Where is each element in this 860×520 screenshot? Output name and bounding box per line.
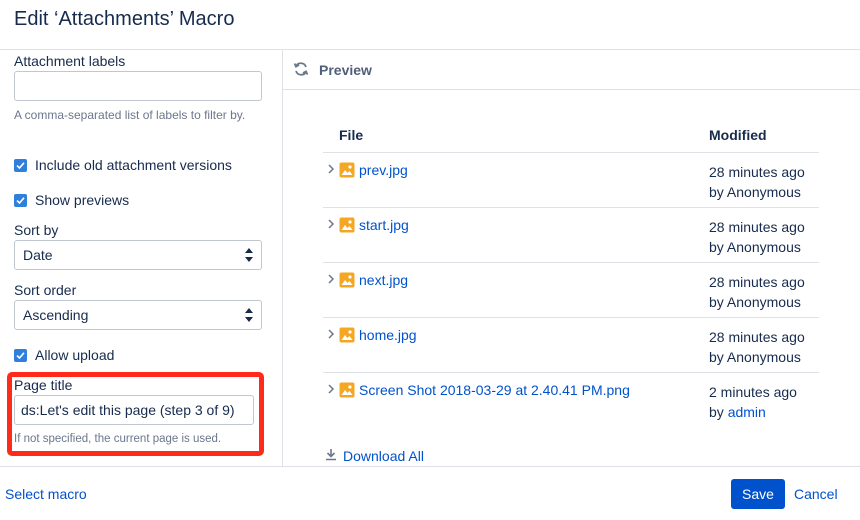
show-previews-row[interactable]: Show previews	[14, 192, 129, 208]
image-file-icon	[339, 217, 355, 238]
modified-time: 28 minutes ago	[709, 164, 805, 180]
show-previews-label: Show previews	[35, 192, 130, 208]
chevron-right-icon[interactable]	[327, 217, 335, 235]
allow-upload-checkbox[interactable]	[14, 348, 27, 362]
sort-by-label: Sort by	[14, 222, 59, 238]
save-button[interactable]: Save	[731, 479, 785, 509]
modified-by-user: Anonymous	[726, 239, 801, 255]
preview-title: Preview	[319, 62, 372, 78]
attachment-labels-label: Attachment labels	[14, 53, 126, 69]
table-row: next.jpg 28 minutes ago by Anonymous	[323, 263, 819, 318]
page-title-input[interactable]	[14, 395, 254, 425]
table-header: File Modified	[323, 120, 819, 153]
attachment-labels-hint: A comma-separated list of labels to filt…	[14, 108, 246, 122]
sort-by-value: Date	[23, 247, 53, 263]
image-file-icon	[339, 382, 355, 403]
attachment-file-link[interactable]: home.jpg	[359, 327, 417, 343]
modified-by-user[interactable]: admin	[728, 404, 766, 420]
sort-by-select[interactable]: Date	[14, 240, 262, 270]
table-row: start.jpg 28 minutes ago by Anonymous	[323, 208, 819, 263]
select-arrows-icon	[245, 308, 253, 322]
image-file-icon	[339, 272, 355, 293]
modified-time: 28 minutes ago	[709, 329, 805, 345]
dialog-title: Edit ‘Attachments’ Macro	[14, 8, 235, 30]
attachment-file-link[interactable]: prev.jpg	[359, 162, 408, 178]
modified-time: 28 minutes ago	[709, 274, 805, 290]
attachments-table: File Modified prev.jpg 28 minutes ago by A…	[323, 120, 819, 427]
modified-time: 28 minutes ago	[709, 219, 805, 235]
chevron-right-icon[interactable]	[327, 327, 335, 345]
include-old-versions-row[interactable]: Include old attachment versions	[14, 157, 232, 173]
table-row: Screen Shot 2018-03-29 at 2.40.41 PM.png…	[323, 373, 819, 427]
include-old-versions-checkbox[interactable]	[14, 158, 27, 172]
column-modified: Modified	[709, 127, 767, 143]
attachment-file-link[interactable]: next.jpg	[359, 272, 408, 288]
chevron-right-icon[interactable]	[327, 382, 335, 400]
modified-by-user: Anonymous	[726, 294, 801, 310]
modified-time: 2 minutes ago	[709, 384, 797, 400]
modified-info: 28 minutes ago by Anonymous	[709, 162, 805, 202]
sort-order-value: Ascending	[23, 307, 89, 323]
select-arrows-icon	[245, 248, 253, 262]
modified-info: 28 minutes ago by Anonymous	[709, 217, 805, 257]
download-icon	[325, 448, 337, 464]
chevron-right-icon[interactable]	[327, 272, 335, 290]
modified-by-prefix: by	[709, 404, 724, 420]
column-file: File	[339, 127, 364, 143]
image-file-icon	[339, 162, 355, 183]
table-row: prev.jpg 28 minutes ago by Anonymous	[323, 153, 819, 208]
modified-by-prefix: by	[709, 349, 724, 365]
preview-panel: Preview File Modified prev.jpg 28 minutes…	[283, 50, 860, 466]
page-title-hint: If not specified, the current page is us…	[14, 433, 222, 445]
image-file-icon	[339, 327, 355, 348]
modified-by-prefix: by	[709, 239, 724, 255]
edit-macro-dialog: Edit ‘Attachments’ Macro Attachment labe…	[0, 0, 860, 520]
refresh-icon[interactable]	[293, 61, 309, 82]
include-old-versions-label: Include old attachment versions	[35, 157, 232, 173]
download-all-label: Download All	[343, 448, 424, 464]
attachment-labels-input[interactable]	[14, 71, 262, 101]
preview-header: Preview	[283, 50, 860, 90]
page-title-label: Page title	[14, 377, 73, 393]
modified-by-prefix: by	[709, 184, 724, 200]
modified-by-prefix: by	[709, 294, 724, 310]
show-previews-checkbox[interactable]	[14, 193, 27, 207]
attachment-file-link[interactable]: start.jpg	[359, 217, 409, 233]
allow-upload-label: Allow upload	[35, 347, 115, 363]
download-all-link[interactable]: Download All	[325, 448, 424, 464]
select-macro-link[interactable]: Select macro	[5, 486, 87, 502]
modified-by-user: Anonymous	[726, 184, 801, 200]
cancel-button[interactable]: Cancel	[794, 486, 838, 502]
table-row: home.jpg 28 minutes ago by Anonymous	[323, 318, 819, 373]
macro-parameters-panel: Attachment labels A comma-separated list…	[0, 50, 283, 466]
modified-info: 28 minutes ago by Anonymous	[709, 327, 805, 367]
sort-order-select[interactable]: Ascending	[14, 300, 262, 330]
modified-info: 28 minutes ago by Anonymous	[709, 272, 805, 312]
attachment-file-link[interactable]: Screen Shot 2018-03-29 at 2.40.41 PM.png	[359, 382, 630, 398]
allow-upload-row[interactable]: Allow upload	[14, 347, 114, 363]
modified-by-user: Anonymous	[726, 349, 801, 365]
modified-info: 2 minutes ago by admin	[709, 382, 797, 422]
dialog-header: Edit ‘Attachments’ Macro	[0, 0, 860, 50]
sort-order-label: Sort order	[14, 282, 77, 298]
chevron-right-icon[interactable]	[327, 162, 335, 180]
dialog-footer: Select macro Save Cancel	[0, 466, 860, 520]
